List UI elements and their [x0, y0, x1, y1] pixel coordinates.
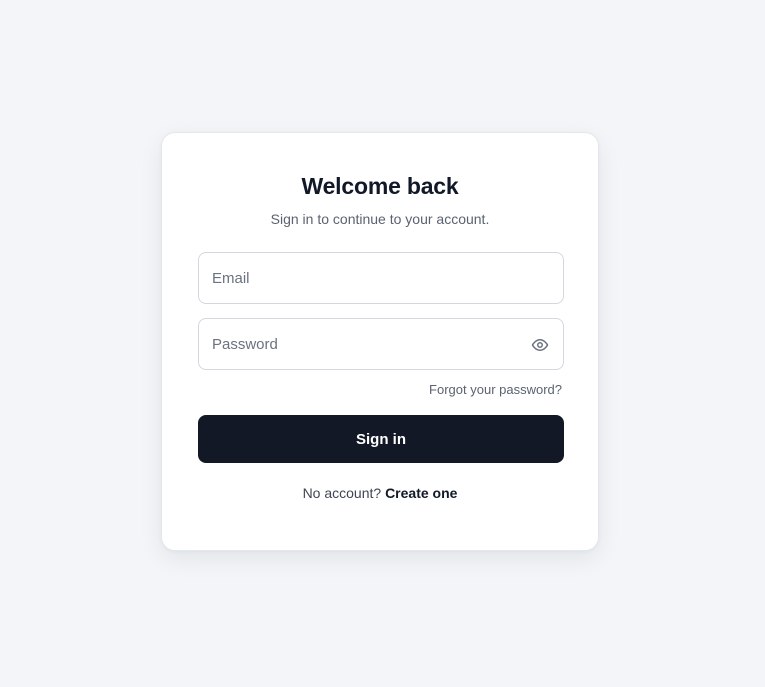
email-field[interactable]: [199, 253, 563, 303]
page-title: Welcome back: [301, 173, 459, 199]
login-card: Welcome back Sign in to continue to your…: [161, 132, 599, 551]
signup-prompt-text: No account?: [302, 485, 382, 501]
email-field-container: [198, 252, 564, 304]
signup-prompt: No account? Create one: [162, 485, 598, 501]
page-subtitle: Sign in to continue to your account.: [270, 211, 490, 227]
forgot-password-link[interactable]: Forgot your password?: [429, 382, 562, 397]
create-account-link[interactable]: Create one: [385, 485, 457, 501]
password-field-container: [198, 318, 564, 370]
sign-in-button[interactable]: Sign in: [198, 415, 564, 463]
eye-icon[interactable]: [530, 335, 550, 355]
password-field[interactable]: [199, 319, 563, 369]
